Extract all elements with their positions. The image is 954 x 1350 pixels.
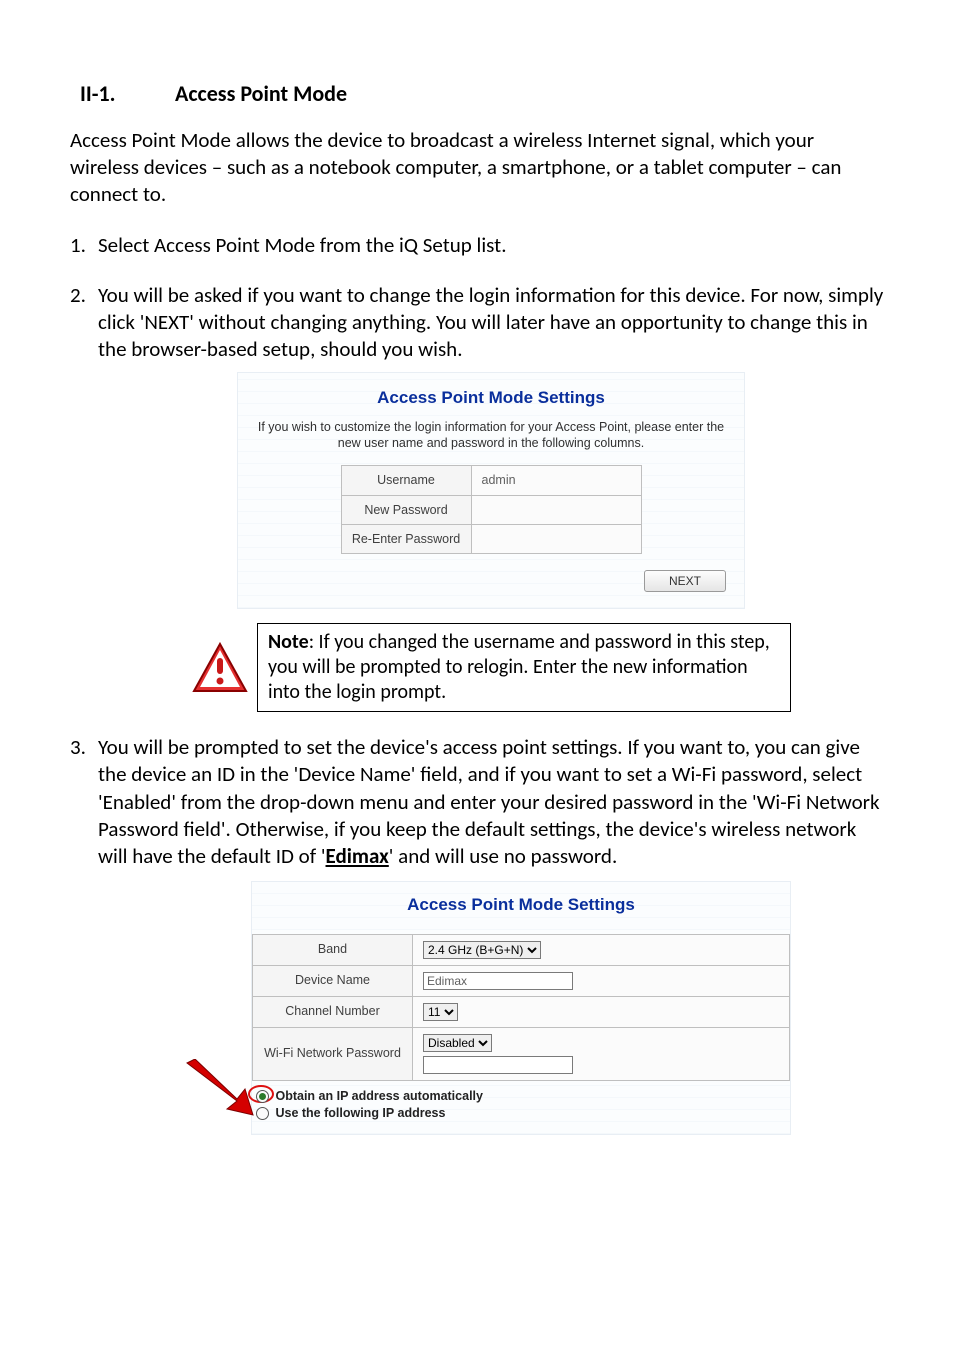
device-name-cell — [413, 965, 790, 996]
device-name-input[interactable] — [423, 972, 573, 990]
username-input[interactable] — [482, 473, 631, 487]
ip-auto-label: Obtain an IP address automatically — [275, 1089, 482, 1103]
table-row: Device Name — [253, 965, 790, 996]
ap-settings-panel: Access Point Mode Settings Band 2.4 GHz … — [251, 881, 791, 1136]
table-row: Wi-Fi Network Password Disabled — [253, 1027, 790, 1080]
device-name-label: Device Name — [253, 965, 413, 996]
step-1: Select Access Point Mode from the iQ Set… — [70, 232, 884, 259]
warning-icon — [191, 641, 249, 695]
steps-list: Select Access Point Mode from the iQ Set… — [70, 232, 884, 1135]
new-password-label: New Password — [341, 495, 471, 524]
reenter-password-input[interactable] — [482, 532, 631, 546]
username-label: Username — [341, 466, 471, 495]
ip-manual-radio[interactable]: Use the following IP address — [256, 1105, 786, 1121]
ap-settings-wrap: Access Point Mode Settings Band 2.4 GHz … — [191, 881, 791, 1136]
ap-form-table: Band 2.4 GHz (B+G+N) Device Name — [252, 934, 790, 1081]
table-row: Band 2.4 GHz (B+G+N) — [253, 934, 790, 965]
intro-paragraph: Access Point Mode allows the device to b… — [70, 127, 884, 209]
channel-number-cell: 11 — [413, 996, 790, 1027]
panel1-title: Access Point Mode Settings — [252, 387, 730, 409]
table-row: New Password — [341, 495, 641, 524]
wifi-password-mode-select[interactable]: Disabled — [423, 1034, 492, 1052]
new-password-input[interactable] — [482, 503, 631, 517]
note-text: : If you changed the username and passwo… — [268, 630, 770, 704]
edimax-default-id: Edimax — [326, 843, 389, 869]
section-heading: II-1. Access Point Mode — [70, 80, 884, 109]
table-row: Channel Number 11 — [253, 996, 790, 1027]
channel-number-label: Channel Number — [253, 996, 413, 1027]
table-row: Re-Enter Password — [341, 524, 641, 553]
wifi-password-label: Wi-Fi Network Password — [253, 1027, 413, 1080]
section-number: II-1. — [80, 80, 170, 109]
panel1-description: If you wish to customize the login infor… — [252, 419, 730, 452]
channel-number-select[interactable]: 11 — [423, 1003, 458, 1021]
note-container: Note: If you changed the username and pa… — [191, 623, 791, 712]
reenter-password-label: Re-Enter Password — [341, 524, 471, 553]
ip-mode-radios: Obtain an IP address automatically Use t… — [252, 1081, 790, 1125]
ip-manual-label: Use the following IP address — [275, 1106, 445, 1120]
note-box: Note: If you changed the username and pa… — [257, 623, 791, 712]
panel2-title: Access Point Mode Settings — [252, 894, 790, 916]
login-form-table: Username New Password Re-Enter Password — [341, 465, 642, 554]
section-title: Access Point Mode — [175, 80, 347, 107]
step-2: You will be asked if you want to change … — [70, 282, 884, 712]
table-row: Username — [341, 466, 641, 495]
band-cell: 2.4 GHz (B+G+N) — [413, 934, 790, 965]
new-password-cell — [471, 495, 641, 524]
next-button[interactable]: NEXT — [644, 570, 726, 592]
step-2-text: You will be asked if you want to change … — [98, 282, 883, 363]
step-1-text: Select Access Point Mode from the iQ Set… — [98, 232, 507, 258]
band-select[interactable]: 2.4 GHz (B+G+N) — [423, 941, 541, 959]
radio-selected-icon — [256, 1090, 269, 1103]
login-settings-panel: Access Point Mode Settings If you wish t… — [237, 372, 745, 609]
step-3: You will be prompted to set the device's… — [70, 734, 884, 1135]
note-label: Note — [268, 630, 309, 654]
wifi-password-cell: Disabled — [413, 1027, 790, 1080]
step-3-text-b: ' and will use no password. — [389, 843, 617, 869]
ip-auto-radio[interactable]: Obtain an IP address automatically — [256, 1088, 786, 1104]
username-cell — [471, 466, 641, 495]
reenter-password-cell — [471, 524, 641, 553]
radio-unselected-icon — [256, 1107, 269, 1120]
wifi-password-input[interactable] — [423, 1056, 573, 1074]
band-label: Band — [253, 934, 413, 965]
